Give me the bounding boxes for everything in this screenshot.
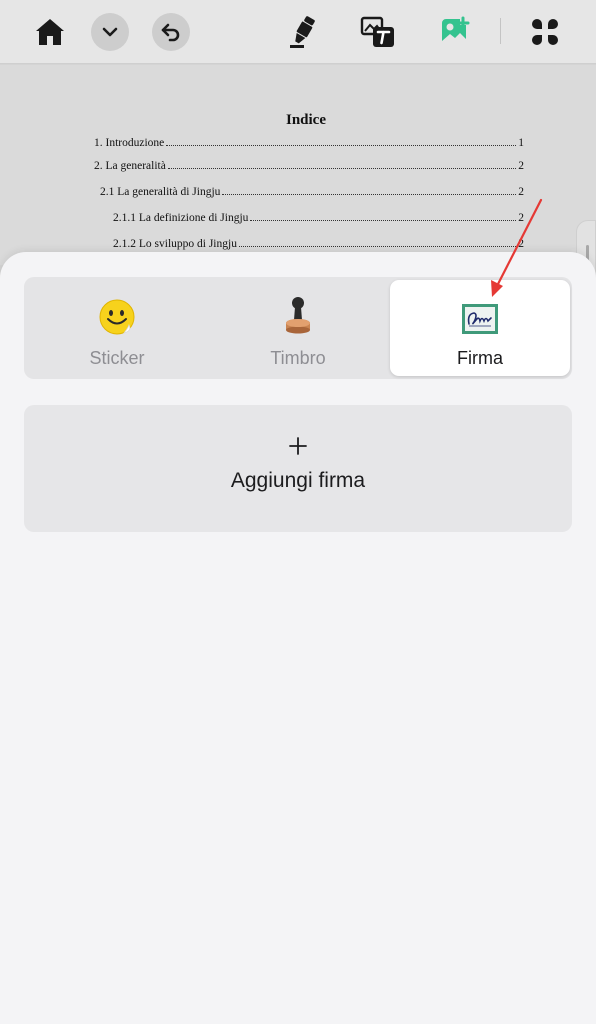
bottom-sheet: Sticker Timbro Firma Aggiungi firma: [0, 252, 596, 1024]
add-signature-label: Aggiungi firma: [230, 469, 366, 492]
document-view[interactable]: Indice 1. Introduzione 1 2. La generalità…: [0, 65, 596, 290]
add-signature-button[interactable]: Aggiungi firma: [24, 405, 572, 532]
collapse-button[interactable]: [91, 13, 129, 51]
tab-timbro-label: Timbro: [270, 348, 326, 368]
signature-icon: [462, 304, 498, 334]
highlighter-button[interactable]: [283, 12, 323, 52]
signature-image-button[interactable]: [435, 12, 475, 52]
toc-entry: 2.1.2 Lo sviluppo di Jingju 2: [113, 238, 524, 250]
document-page: Indice 1. Introduzione 1 2. La generalità…: [76, 65, 536, 265]
toc-entry: 2. La generalità 2: [94, 160, 524, 172]
image-text-icon: [360, 16, 394, 47]
toc-entry: 2.1 La generalità di Jingju 2: [100, 186, 524, 198]
grid-apps-icon: [532, 19, 558, 45]
tab-sticker-label: Sticker: [89, 348, 145, 368]
home-icon: [36, 19, 64, 45]
plus-icon: [287, 435, 309, 461]
toolbar-divider: [500, 18, 501, 44]
top-toolbar: [0, 0, 596, 64]
toc-title: Indice: [285, 112, 326, 128]
segmented-control: Sticker Timbro Firma: [24, 277, 572, 379]
smiley-sticker-icon: [99, 299, 135, 335]
toc-entry: 2.1.1 La definizione di Jingju 2: [113, 212, 524, 224]
tab-sticker[interactable]: Sticker: [27, 280, 207, 376]
signature-image-icon: [442, 16, 470, 45]
image-text-button[interactable]: [358, 12, 398, 52]
apps-button[interactable]: [525, 12, 565, 52]
chevron-down-icon: [102, 27, 118, 37]
stamp-icon: [286, 297, 310, 334]
home-button[interactable]: [30, 12, 70, 52]
tab-firma[interactable]: Firma: [390, 280, 570, 376]
undo-icon: [161, 23, 180, 42]
tab-firma-label: Firma: [457, 348, 503, 368]
tab-timbro[interactable]: Timbro: [208, 280, 388, 376]
highlighter-icon: [290, 16, 315, 48]
undo-button[interactable]: [152, 13, 190, 51]
toc-entry: 1. Introduzione 1: [94, 137, 524, 149]
